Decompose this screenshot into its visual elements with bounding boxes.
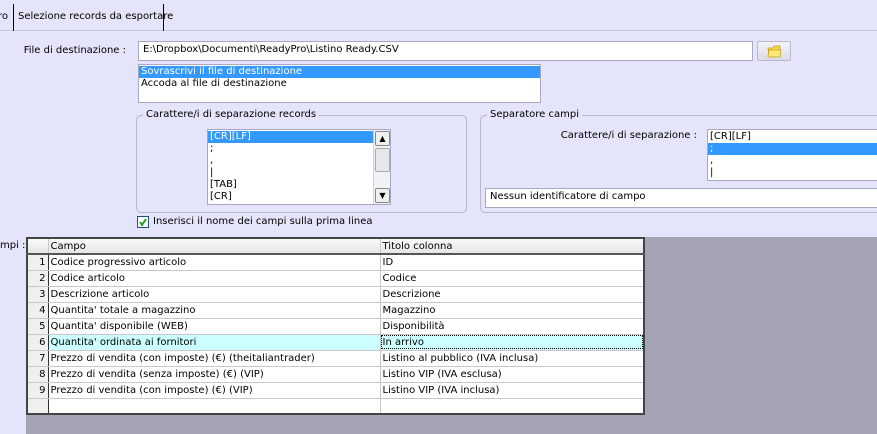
row-number: 4 <box>26 301 49 319</box>
record-separator-option[interactable]: ; <box>208 143 390 155</box>
cell-titolo[interactable]: Listino VIP (IVA esclusa) <box>379 365 645 383</box>
field-separator-label: Carattere/i di separazione : <box>560 130 697 141</box>
table-row[interactable]: 9 Prezzo di vendita (con imposte) (€) (VI… <box>26 381 645 399</box>
record-separator-option[interactable]: [CR] <box>208 191 390 203</box>
row-number: 2 <box>26 269 49 287</box>
scroll-down-icon[interactable]: ▼ <box>375 188 390 203</box>
cell-campo[interactable]: Quantita' ordinata ai fornitori <box>47 333 381 351</box>
row-number: 3 <box>26 285 49 303</box>
header-checkbox-label: Inserisci il nome dei campi sulla prima … <box>153 216 373 227</box>
file-label: File di destinazione : <box>23 45 126 56</box>
table-row[interactable]: 2 Codice articolo Codice <box>26 269 645 287</box>
fields-label: mpi : <box>0 240 26 251</box>
scroll-up-icon[interactable]: ▲ <box>375 131 390 146</box>
cell-titolo[interactable]: Descrizione <box>379 285 645 303</box>
table-row[interactable]: 7 Prezzo di vendita (con imposte) (€) (th… <box>26 349 645 367</box>
field-separator-list[interactable]: [CR][LF] ; , | <box>707 129 877 181</box>
fields-grid[interactable]: Campo Titolo colonna 1 Codice progressivo… <box>26 237 645 415</box>
field-separator-option[interactable]: | <box>708 167 877 179</box>
table-row[interactable]: 6 Quantita' ordinata ai fornitori In arriv… <box>26 333 645 351</box>
row-number: 5 <box>26 317 49 335</box>
record-separator-option[interactable]: [TAB] <box>208 179 390 191</box>
folder-icon <box>767 45 782 58</box>
row-number: 6 <box>26 333 49 351</box>
row-number: 1 <box>26 253 49 271</box>
field-identifier-select[interactable]: Nessun identificatore di campo <box>485 188 877 208</box>
cell-campo[interactable]: Prezzo di vendita (con imposte) (€) (the… <box>47 349 381 367</box>
cell-campo[interactable]: Quantita' disponibile (WEB) <box>47 317 381 335</box>
checkmark-icon <box>139 218 147 227</box>
field-separator-option[interactable]: , <box>708 155 877 167</box>
scrollbar[interactable]: ▲ ▼ <box>373 130 390 204</box>
table-row[interactable]: 1 Codice progressivo articolo ID <box>26 253 645 271</box>
cell-titolo[interactable]: Codice <box>379 269 645 287</box>
cell-titolo[interactable] <box>379 397 645 415</box>
table-row[interactable]: 5 Quantita' disponibile (WEB) Disponibilit… <box>26 317 645 335</box>
cell-titolo[interactable]: Magazzino <box>379 301 645 319</box>
row-number <box>26 397 49 415</box>
record-separator-title: Carattere/i di separazione records <box>143 109 320 120</box>
write-mode-option[interactable]: Accoda al file di destinazione <box>139 78 540 90</box>
empty-row[interactable] <box>26 397 645 415</box>
cell-titolo[interactable]: Listino VIP (IVA inclusa) <box>379 381 645 399</box>
table-row[interactable]: 3 Descrizione articolo Descrizione <box>26 285 645 303</box>
record-separator-option[interactable]: , <box>208 155 390 167</box>
table-row[interactable]: 8 Prezzo di vendita (senza imposte) (€) (… <box>26 365 645 383</box>
cell-titolo[interactable]: Disponibilità <box>379 317 645 335</box>
cell-campo[interactable]: Prezzo di vendita (con imposte) (€) (VIP… <box>47 381 381 399</box>
cell-campo[interactable]: Descrizione articolo <box>47 285 381 303</box>
scroll-thumb[interactable] <box>375 148 390 172</box>
field-separator-title: Separatore campi <box>487 109 582 120</box>
cell-campo[interactable]: Codice articolo <box>47 269 381 287</box>
row-number: 7 <box>26 349 49 367</box>
field-separator-option[interactable]: ; <box>708 143 877 155</box>
tab-previous[interactable]: ro <box>0 4 15 31</box>
header-checkbox[interactable] <box>137 216 149 228</box>
grid-corner <box>26 237 49 255</box>
record-separator-option[interactable]: | <box>208 167 390 179</box>
record-separator-list[interactable]: [CR][LF] ; , | [TAB] [CR] ▲ ▼ <box>207 129 391 205</box>
cell-campo[interactable]: Codice progressivo articolo <box>47 253 381 271</box>
column-header-titolo[interactable]: Titolo colonna <box>379 237 645 255</box>
cell-titolo[interactable]: Listino al pubblico (IVA inclusa) <box>379 349 645 367</box>
cell-campo[interactable]: Prezzo di vendita (senza imposte) (€) (V… <box>47 365 381 383</box>
record-separator-option[interactable]: [CR][LF] <box>208 131 373 143</box>
column-header-campo[interactable]: Campo <box>47 237 381 255</box>
row-number: 8 <box>26 365 49 383</box>
cell-campo[interactable]: Quantita' totale a magazzino <box>47 301 381 319</box>
field-separator-group: Separatore campi Carattere/i di separazi… <box>480 109 877 213</box>
field-separator-option[interactable]: [CR][LF] <box>708 131 877 143</box>
write-mode-list[interactable]: Sovrascrivi il file di destinazione Acco… <box>138 64 541 103</box>
tab-record-selection[interactable]: Selezione records da esportare <box>13 4 173 31</box>
browse-button[interactable] <box>757 41 791 61</box>
table-row[interactable]: 4 Quantita' totale a magazzino Magazzino <box>26 301 645 319</box>
cell-campo[interactable] <box>47 397 381 415</box>
record-separator-group: Carattere/i di separazione records [CR][… <box>136 109 467 213</box>
cell-titolo[interactable]: In arrivo <box>379 333 645 351</box>
row-number: 9 <box>26 381 49 399</box>
cell-titolo[interactable]: ID <box>379 253 645 271</box>
file-path-input[interactable]: E:\Dropbox\Documenti\ReadyPro\Listino Re… <box>138 41 753 61</box>
write-mode-option[interactable]: Sovrascrivi il file di destinazione <box>139 66 540 78</box>
